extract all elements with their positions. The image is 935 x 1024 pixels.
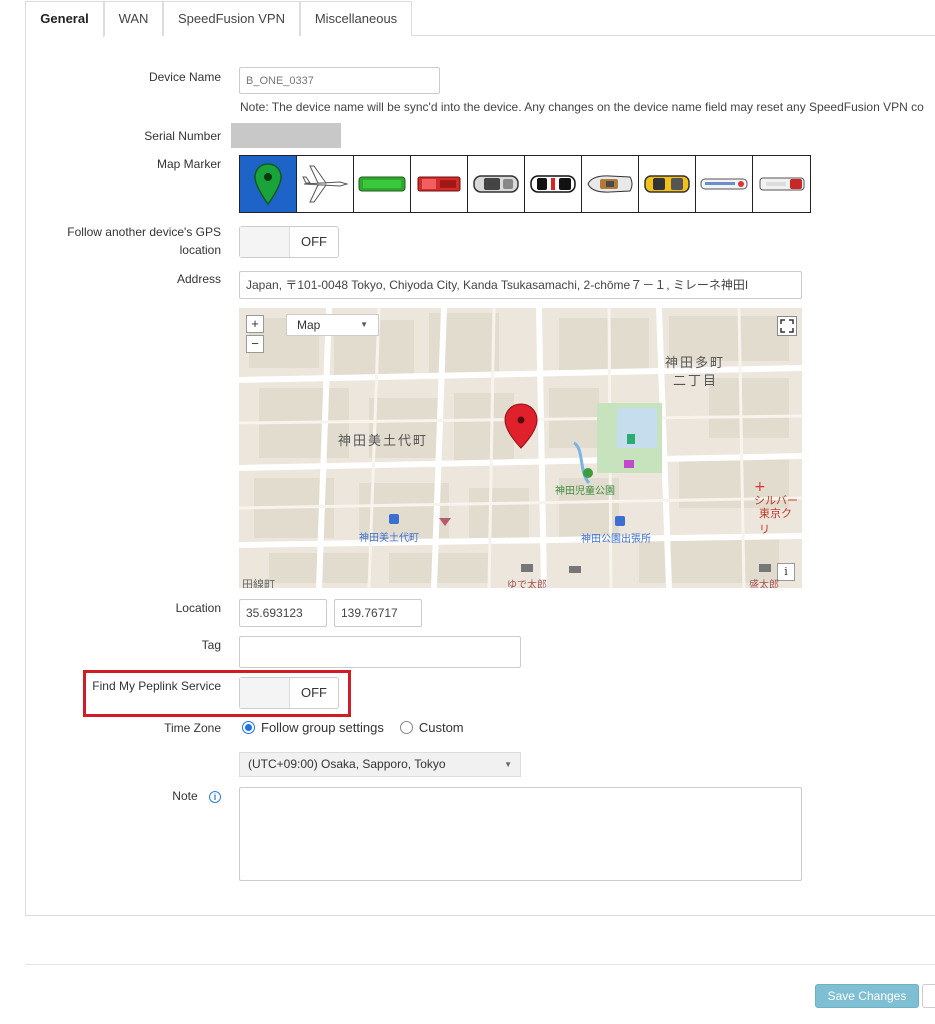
- map-label-district1b: 二丁目: [673, 373, 719, 388]
- follow-gps-label-line1: Follow another device's GPS: [67, 225, 221, 239]
- marker-option-ambulance[interactable]: [753, 156, 810, 212]
- police-car-icon: [530, 175, 576, 193]
- note-textarea[interactable]: [239, 787, 802, 881]
- tab-miscellaneous[interactable]: Miscellaneous: [300, 1, 412, 36]
- taxi-icon: [644, 175, 690, 193]
- device-name-input[interactable]: B_ONE_0337: [239, 67, 440, 94]
- find-my-peplink-label: Find My Peplink Service: [92, 679, 221, 693]
- location-map[interactable]: + + − Map ▼ i 神田多町 二丁目 神田美土代町 神田児童公園 神田美…: [239, 308, 802, 588]
- radio-follow-group[interactable]: [242, 721, 255, 734]
- marker-option-boat[interactable]: [582, 156, 639, 212]
- location-label: Location: [175, 601, 221, 615]
- zoom-out-button[interactable]: −: [246, 335, 264, 353]
- red-truck-icon: [417, 176, 461, 192]
- tab-general[interactable]: General: [25, 1, 104, 37]
- marker-option-green-bus[interactable]: [354, 156, 411, 212]
- grey-car-icon: [473, 175, 519, 193]
- toggle-state-text: OFF: [301, 685, 327, 700]
- map-info-button[interactable]: i: [777, 563, 795, 581]
- radio-custom[interactable]: [399, 721, 413, 734]
- time-zone-value: (UTC+09:00) Osaka, Sapporo, Tokyo: [248, 757, 446, 771]
- marker-option-red-truck[interactable]: [411, 156, 468, 212]
- time-zone-options: Follow group settings Custom: [242, 720, 464, 735]
- address-label: Address: [176, 272, 221, 286]
- map-marker-selector: [239, 155, 811, 213]
- tab-bar: General WAN SpeedFusion VPN Miscellaneou…: [25, 0, 935, 37]
- tag-input[interactable]: [239, 636, 521, 668]
- map-label-station1: 神田美土代町: [359, 533, 419, 544]
- find-my-peplink-toggle[interactable]: OFF: [239, 677, 339, 709]
- marker-option-grey-car[interactable]: [468, 156, 525, 212]
- follow-gps-label-line2: location: [179, 243, 221, 257]
- address-input[interactable]: Japan, 〒101-0048 Tokyo, Chiyoda City, Ka…: [239, 271, 802, 299]
- note-label: Note i: [172, 787, 221, 805]
- map-label-district2: 神田美土代町: [338, 433, 429, 448]
- chevron-down-icon: ▼: [360, 320, 368, 329]
- map-label-park: 神田児童公園: [555, 486, 615, 497]
- map-label-edge1: 田線町: [242, 579, 275, 588]
- marker-option-train[interactable]: [696, 156, 753, 212]
- time-zone-select[interactable]: (UTC+09:00) Osaka, Sapporo, Tokyo ▼: [239, 752, 521, 777]
- zoom-in-button[interactable]: +: [246, 315, 264, 333]
- map-type-label: Map: [297, 318, 321, 332]
- note-label-text: Note: [172, 789, 198, 803]
- toggle-state-text: OFF: [301, 234, 327, 249]
- device-name-note: Note: The device name will be sync'd int…: [240, 100, 924, 114]
- map-label-district1: 神田多町: [665, 355, 726, 370]
- device-name-label: Device Name: [148, 70, 221, 84]
- toggle-knob: [240, 678, 290, 708]
- radio-custom-label: Custom: [418, 720, 464, 735]
- marker-option-taxi[interactable]: [639, 156, 696, 212]
- secondary-button[interactable]: [922, 984, 935, 1008]
- tab-speedfusion-vpn[interactable]: SpeedFusion VPN: [163, 1, 300, 36]
- radio-follow-group-label: Follow group settings: [261, 720, 384, 735]
- toggle-knob: [240, 227, 290, 257]
- footer-divider: [25, 964, 935, 965]
- fullscreen-icon: [780, 319, 794, 333]
- ambulance-icon: [759, 177, 804, 191]
- airplane-icon: [302, 165, 349, 203]
- longitude-input[interactable]: 139.76717: [334, 599, 422, 627]
- chevron-down-icon: ▼: [504, 760, 512, 769]
- marker-option-airplane[interactable]: [297, 156, 354, 212]
- pin-marker-icon: [254, 163, 282, 206]
- map-marker-label: Map Marker: [156, 157, 221, 171]
- train-icon: [700, 178, 748, 190]
- map-label-food: ゆで太郎: [507, 580, 547, 588]
- boat-icon: [587, 175, 633, 193]
- fullscreen-button[interactable]: [777, 316, 797, 336]
- map-label-clinic: 東京クリ: [759, 508, 792, 536]
- marker-option-police-car[interactable]: [525, 156, 582, 212]
- tag-label: Tag: [201, 638, 221, 652]
- info-icon[interactable]: i: [209, 791, 221, 803]
- green-bus-icon: [358, 176, 406, 192]
- follow-gps-toggle[interactable]: OFF: [239, 226, 339, 258]
- time-zone-label: Time Zone: [164, 721, 221, 735]
- map-label-station2: 神田公園出張所: [581, 534, 651, 545]
- map-label-edge2: 盛太郎: [749, 580, 779, 588]
- map-canvas: +: [239, 308, 802, 588]
- save-changes-button[interactable]: Save Changes: [815, 984, 919, 1008]
- serial-number-label: Serial Number: [144, 129, 221, 143]
- tab-wan[interactable]: WAN: [104, 1, 163, 36]
- map-type-select[interactable]: Map ▼: [286, 314, 379, 336]
- marker-option-pin[interactable]: [240, 156, 297, 212]
- latitude-input[interactable]: 35.693123: [239, 599, 327, 627]
- follow-gps-label: Follow another device's GPS location: [67, 223, 221, 259]
- serial-number-value-redacted: [231, 123, 341, 148]
